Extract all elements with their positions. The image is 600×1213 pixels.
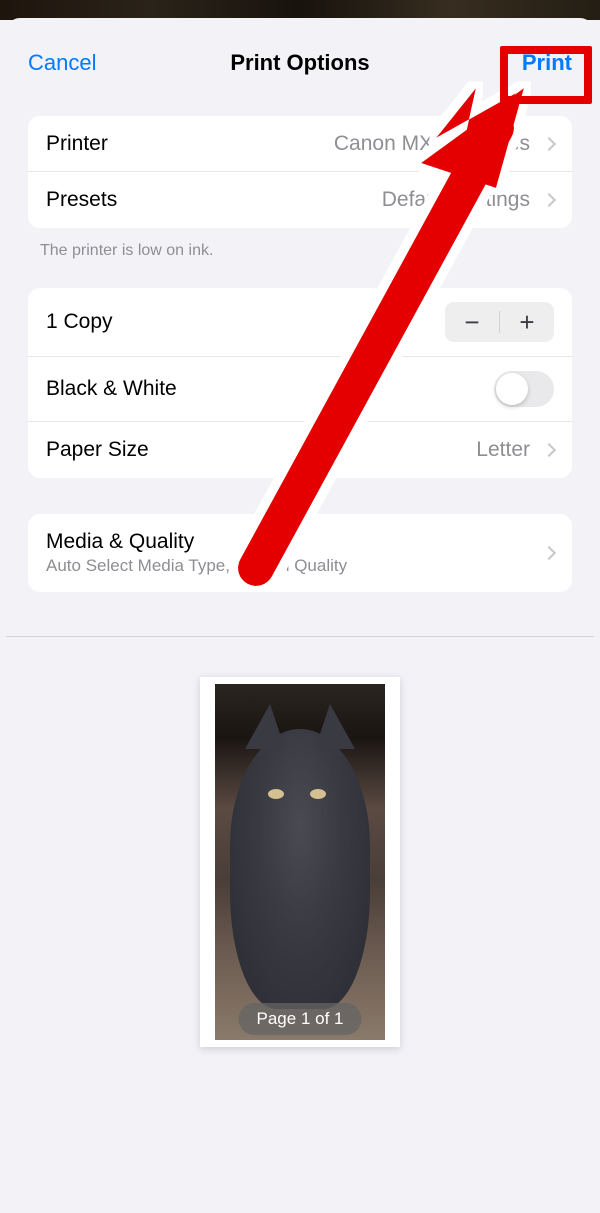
media-quality-row[interactable]: Media & Quality Auto Select Media Type, …	[28, 514, 572, 592]
stepper-plus-button[interactable]: +	[500, 302, 554, 342]
paper-size-value: Letter	[149, 438, 536, 462]
print-options-sheet: Cancel Print Options Print Printer Canon…	[6, 18, 594, 1213]
cancel-button[interactable]: Cancel	[28, 50, 118, 76]
copies-label: 1 Copy	[46, 310, 113, 334]
chevron-right-icon	[542, 443, 556, 457]
stepper-minus-button[interactable]: −	[445, 302, 499, 342]
printer-value: Canon MX490 series	[108, 132, 536, 156]
media-quality-label: Media & Quality	[46, 530, 536, 554]
printer-group: Printer Canon MX490 series Presets Defau…	[28, 116, 572, 228]
toggle-knob	[496, 373, 528, 405]
black-white-row: Black & White	[28, 357, 572, 422]
media-quality-group: Media & Quality Auto Select Media Type, …	[28, 514, 572, 592]
printer-label: Printer	[46, 132, 108, 156]
preview-image	[215, 684, 385, 1040]
presets-row[interactable]: Presets Default Settings	[28, 172, 572, 228]
chevron-right-icon	[542, 546, 556, 560]
preview-page[interactable]: Page 1 of 1	[200, 677, 400, 1047]
chevron-right-icon	[542, 136, 556, 150]
page-title: Print Options	[118, 50, 482, 76]
printer-row[interactable]: Printer Canon MX490 series	[28, 116, 572, 172]
paper-size-row[interactable]: Paper Size Letter	[28, 422, 572, 478]
ink-warning-footnote: The printer is low on ink.	[40, 242, 560, 260]
chevron-right-icon	[542, 193, 556, 207]
background-thumbnails	[0, 0, 600, 20]
preview-section: Page 1 of 1	[6, 636, 594, 1047]
presets-label: Presets	[46, 188, 117, 212]
copies-row: 1 Copy − +	[28, 288, 572, 357]
bw-toggle[interactable]	[494, 371, 554, 407]
copies-stepper: − +	[445, 302, 554, 342]
presets-value: Default Settings	[117, 188, 536, 212]
paper-size-label: Paper Size	[46, 438, 149, 462]
page-indicator-badge: Page 1 of 1	[239, 1003, 362, 1035]
annotation-highlight-box	[500, 46, 592, 104]
bw-label: Black & White	[46, 377, 177, 401]
options-group: 1 Copy − + Black & White Paper Size Lett…	[28, 288, 572, 478]
media-quality-sub: Auto Select Media Type, Normal Quality	[46, 556, 536, 576]
